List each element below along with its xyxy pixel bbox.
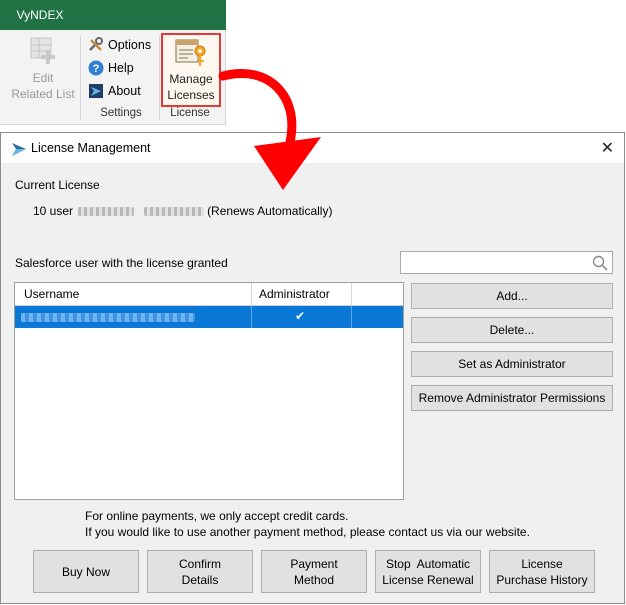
- ribbon-tab-vyndex[interactable]: VyNDEX: [0, 0, 80, 30]
- settings-group-label: Settings: [100, 107, 142, 119]
- column-divider: [251, 283, 252, 305]
- svg-text:?: ?: [93, 63, 100, 75]
- close-icon[interactable]: ✕: [601, 138, 614, 158]
- vyndex-logo-icon: [88, 83, 104, 99]
- help-label: Help: [108, 61, 134, 75]
- stop-renewal-line2: License Renewal: [382, 572, 474, 587]
- dialog-titlebar: License Management ✕: [1, 133, 624, 163]
- license-group-label: License: [170, 107, 210, 119]
- purchase-history-line2: Purchase History: [496, 572, 588, 587]
- confirm-details-line1: Confirm: [178, 556, 221, 571]
- confirm-details-line2: Details: [181, 572, 219, 587]
- delete-button[interactable]: Delete...: [411, 317, 613, 343]
- search-icon: [592, 255, 608, 271]
- license-info: 10 user (Renews Automatically): [33, 204, 332, 218]
- buy-now-button[interactable]: Buy Now: [33, 550, 139, 593]
- license-prefix: 10 user: [33, 204, 74, 218]
- manage-licenses-button[interactable]: Manage Licenses: [161, 33, 221, 107]
- license-management-dialog: License Management ✕ Current License 10 …: [0, 132, 625, 604]
- tools-icon: [88, 37, 104, 53]
- payment-method-button[interactable]: Payment Method: [261, 550, 367, 593]
- stop-renewal-button[interactable]: Stop Automatic License Renewal: [375, 550, 481, 593]
- remove-administrator-button[interactable]: Remove Administrator Permissions: [411, 385, 613, 411]
- column-divider: [351, 283, 352, 305]
- ribbon: VyNDEX Edit Related List Options ? Help …: [0, 0, 226, 125]
- dialog-title: License Management: [31, 141, 151, 155]
- current-license-label: Current License: [15, 178, 100, 192]
- edit-related-list-button[interactable]: Edit Related List: [10, 36, 76, 102]
- payment-method-line2: Method: [293, 572, 335, 587]
- column-divider: [251, 306, 252, 328]
- user-list[interactable]: Username Administrator ✔: [14, 282, 404, 500]
- manage-label-line1: Manage: [169, 72, 213, 86]
- stop-renewal-line1: Stop Automatic: [385, 556, 471, 571]
- table-row[interactable]: ✔: [15, 306, 403, 328]
- edit-list-icon: [30, 37, 55, 64]
- granted-users-label: Salesforce user with the license granted: [15, 256, 228, 270]
- purchase-history-button[interactable]: License Purchase History: [489, 550, 595, 593]
- group-separator: [80, 36, 81, 120]
- options-button[interactable]: Options: [88, 35, 151, 55]
- column-header-administrator[interactable]: Administrator: [259, 283, 330, 305]
- about-label: About: [108, 84, 141, 98]
- column-header-username[interactable]: Username: [24, 283, 79, 305]
- purchase-history-line1: License: [521, 556, 563, 571]
- edit-label-line1: Edit: [32, 71, 54, 85]
- edit-label-line2: Related List: [11, 87, 75, 101]
- about-button[interactable]: About: [88, 81, 141, 101]
- ribbon-tab-strip: [80, 0, 226, 30]
- confirm-details-button[interactable]: Confirm Details: [147, 550, 253, 593]
- license-suffix: (Renews Automatically): [207, 204, 333, 218]
- payment-method-line1: Payment: [290, 556, 338, 571]
- redacted-text: [78, 207, 135, 217]
- redacted-username: [21, 313, 195, 322]
- help-icon: ?: [88, 60, 104, 76]
- administrator-check-icon: ✔: [295, 309, 306, 323]
- license-key-icon: [175, 39, 206, 66]
- add-button[interactable]: Add...: [411, 283, 613, 309]
- column-divider: [351, 306, 352, 328]
- help-button[interactable]: ? Help: [88, 58, 134, 78]
- set-administrator-button[interactable]: Set as Administrator: [411, 351, 613, 377]
- list-header: Username Administrator: [15, 283, 403, 306]
- redacted-text: [143, 207, 204, 217]
- vyndex-logo-icon: [11, 141, 27, 157]
- group-separator: [159, 36, 160, 120]
- search-input[interactable]: [400, 251, 613, 274]
- options-label: Options: [108, 38, 152, 52]
- payment-note-1: For online payments, we only accept cred…: [85, 509, 349, 523]
- manage-label-line2: Licenses: [167, 88, 215, 102]
- payment-note-2: If you would like to use another payment…: [85, 525, 530, 539]
